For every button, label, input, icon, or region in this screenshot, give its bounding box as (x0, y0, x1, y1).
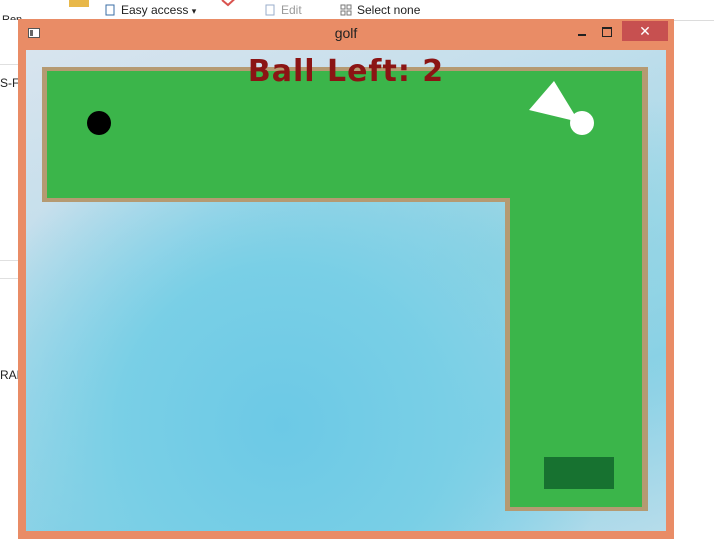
select-none-icon (340, 4, 352, 16)
game-canvas[interactable]: Ball Left: 2 (26, 50, 666, 531)
chevron-down-icon: ▾ (191, 6, 197, 16)
maximize-button[interactable] (598, 23, 616, 41)
explorer-ribbon: Ren Easy access ▾ Edit Select none (0, 0, 714, 26)
select-none-label: Select none (357, 3, 421, 17)
edit-button[interactable]: Edit (264, 3, 302, 17)
close-icon: ✕ (639, 23, 651, 39)
hole (87, 111, 111, 135)
divider (0, 64, 20, 65)
minimize-button[interactable] (574, 23, 592, 41)
golf-window: golf ✕ Ball Left: 2 (18, 19, 674, 539)
edit-label: Edit (281, 3, 302, 17)
divider (0, 260, 20, 261)
easy-access-icon (104, 4, 116, 16)
edit-icon (264, 4, 276, 16)
golf-ball[interactable] (570, 111, 594, 135)
nav-item-text: S-F (0, 76, 20, 90)
easy-access-label: Easy access (121, 3, 189, 17)
balls-left-counter: Ball Left: 2 (247, 54, 445, 89)
explorer-left-strip: S-F RAM (0, 20, 27, 558)
fairway (47, 71, 642, 507)
easy-access-button[interactable]: Easy access ▾ (104, 3, 196, 17)
select-none-button[interactable]: Select none (340, 3, 420, 17)
target-pad (544, 457, 614, 489)
title-bar[interactable]: golf ✕ (18, 19, 674, 45)
checkmark-icon (218, 0, 244, 11)
folder-icon (68, 0, 90, 11)
golf-course (42, 67, 648, 511)
close-button[interactable]: ✕ (622, 21, 668, 41)
divider (0, 278, 20, 279)
